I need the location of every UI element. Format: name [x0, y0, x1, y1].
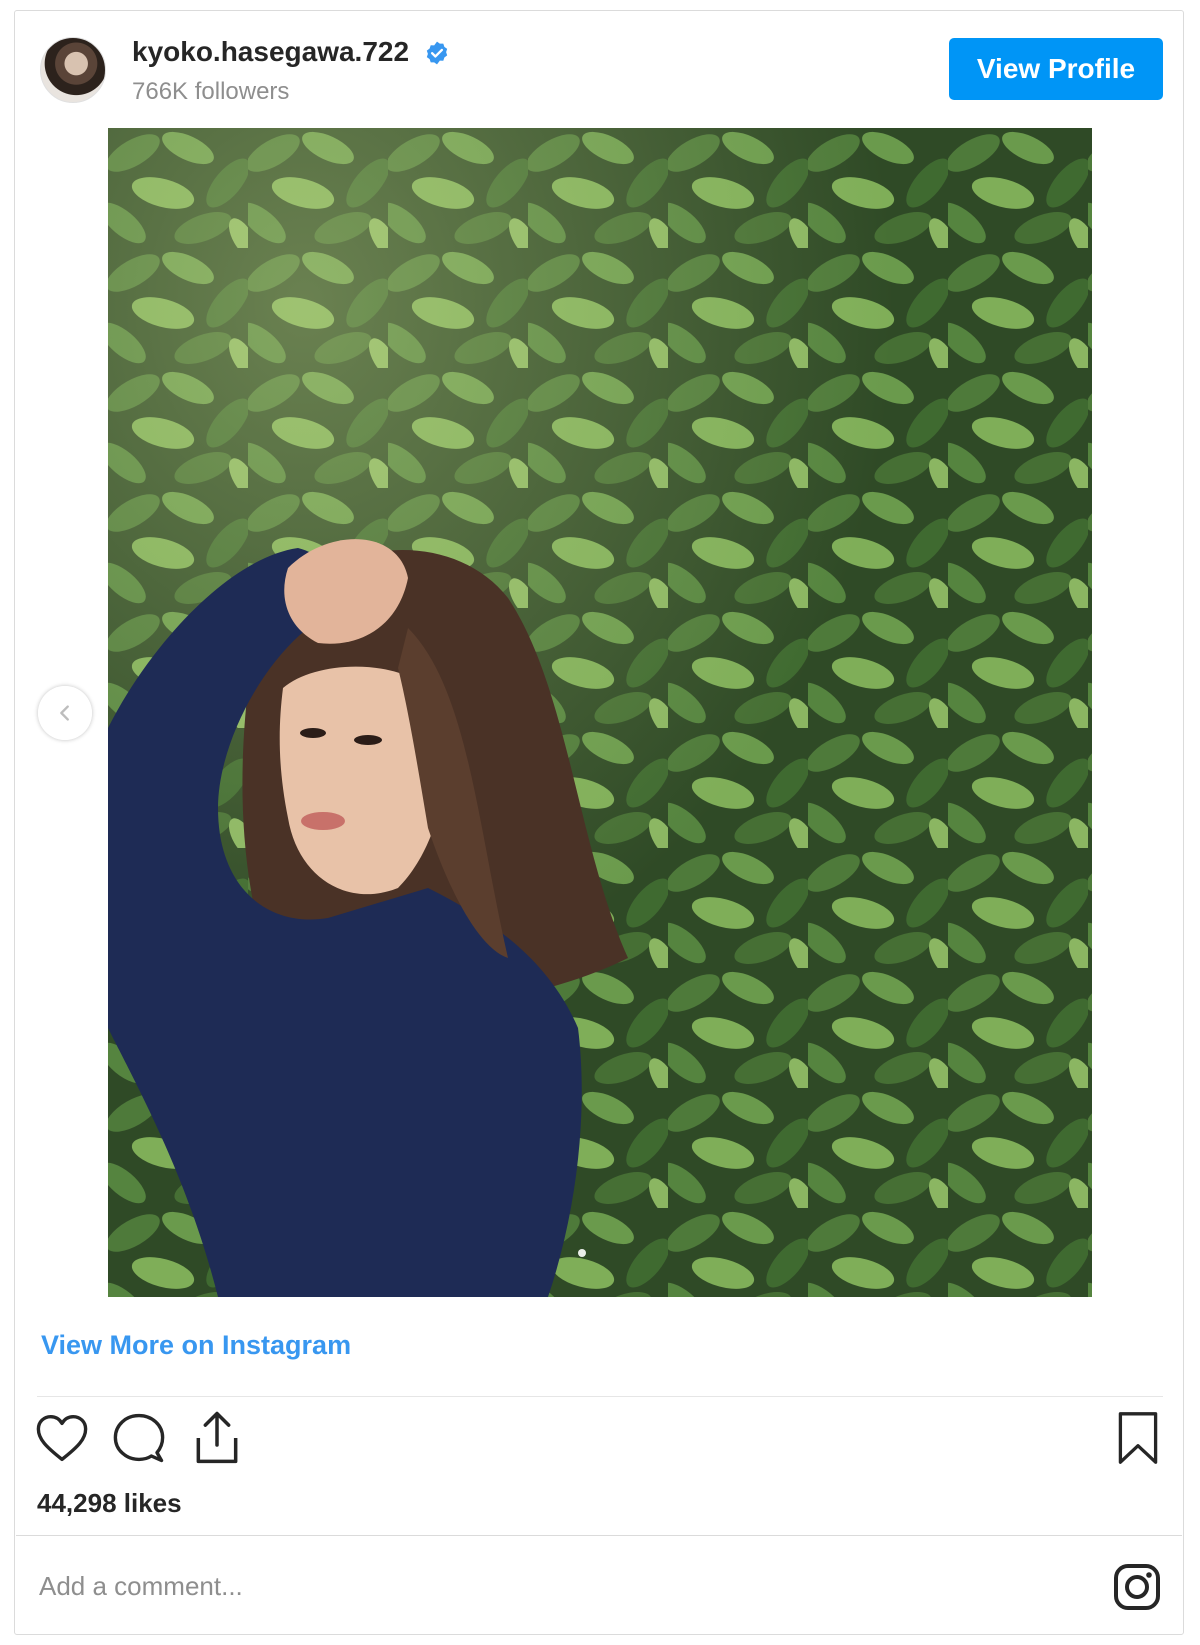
verified-badge-icon — [426, 41, 448, 65]
bookmark-icon[interactable] — [1116, 1410, 1160, 1466]
carousel-previous-button[interactable] — [38, 686, 92, 740]
like-count: 44,298 likes — [37, 1488, 182, 1518]
share-icon[interactable] — [191, 1410, 243, 1466]
view-profile-button[interactable]: View Profile — [949, 38, 1163, 100]
avatar[interactable] — [40, 37, 106, 103]
divider — [16, 1535, 1182, 1536]
username[interactable]: kyoko.hasegawa.722 — [132, 36, 409, 68]
follower-count: 766K followers — [132, 78, 290, 105]
instagram-icon[interactable] — [1113, 1563, 1161, 1611]
comment-input[interactable] — [37, 1562, 941, 1610]
chevron-left-icon — [60, 705, 69, 721]
view-more-link[interactable]: View More on Instagram — [41, 1330, 351, 1361]
comment-icon[interactable] — [112, 1412, 166, 1464]
divider — [37, 1396, 1163, 1397]
post-image[interactable] — [108, 128, 1092, 1297]
heart-icon[interactable] — [35, 1413, 89, 1463]
